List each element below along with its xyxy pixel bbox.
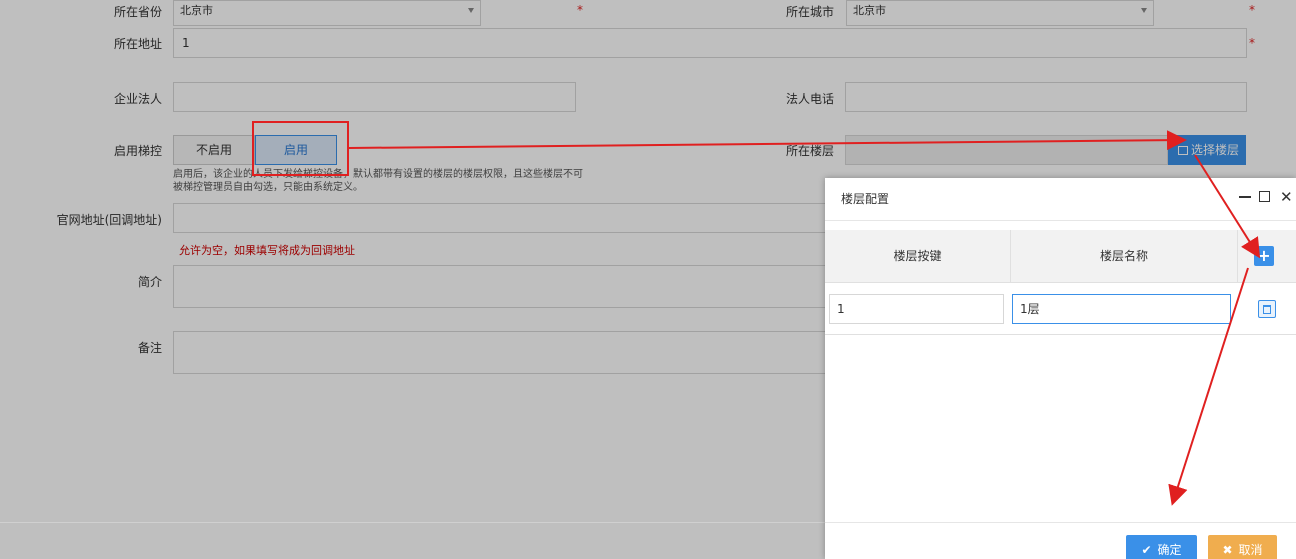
- annotation-arrow: [348, 130, 1187, 151]
- annotation-arrow: [1168, 267, 1249, 506]
- annotation-arrow: [1194, 154, 1261, 259]
- annotation-arrows: [348, 130, 1261, 506]
